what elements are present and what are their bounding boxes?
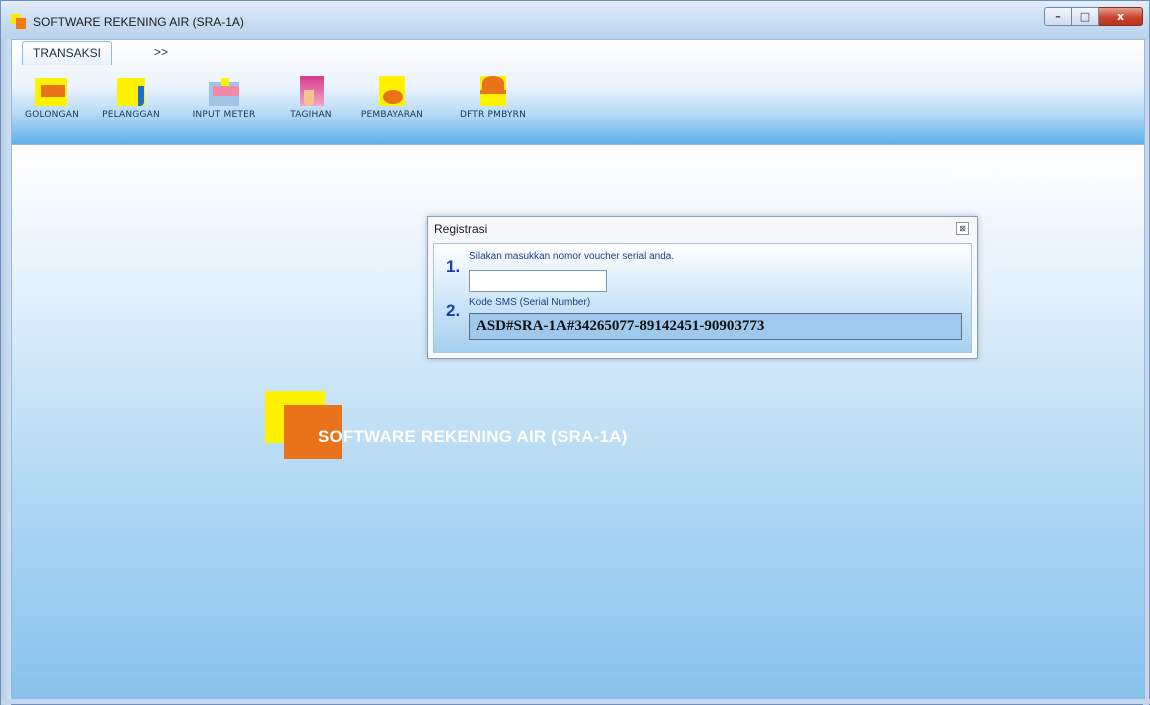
dialog-title: Registrasi [434,222,488,236]
pelanggan-button[interactable]: PELANGGAN [94,76,168,120]
dialog-body: 1. Silakan masukkan nomor voucher serial… [433,243,972,353]
step-2-number: 2. [446,301,461,320]
logo-text: SOFTWARE REKENING AIR (SRA-1A) [318,427,628,446]
window-controls: – □ x [1044,7,1143,26]
maximize-icon: □ [1079,10,1091,23]
dialog-close-icon: ⊠ [959,224,966,233]
pelanggan-icon [114,76,148,106]
tagihan-button[interactable]: TAGIHAN [278,76,344,120]
tab-more[interactable]: >> [144,41,178,65]
golongan-label: GOLONGAN [24,110,80,120]
daftar-pembayaran-icon [476,76,510,106]
close-icon: x [1116,10,1125,23]
window-border-bottom [1,699,1150,704]
pelanggan-label: PELANGGAN [102,110,160,120]
pembayaran-button[interactable]: PEMBAYARAN [352,76,432,120]
tagihan-icon [294,76,328,106]
voucher-serial-input[interactable] [469,270,607,292]
daftar-pembayaran-label: DFTR PMBYRN [459,110,527,120]
input-meter-icon [207,76,241,106]
ribbon: TRANSAKSI >> GOLONGAN PELANGGAN INPUT ME… [11,39,1145,145]
maximize-button[interactable]: □ [1072,7,1099,26]
dialog-title-bar[interactable]: Registrasi [428,217,977,241]
datetime-display: Jumat, 07-02-2014, 07:01 [950,167,1134,184]
step-1-label: Silakan masukkan nomor voucher serial an… [469,251,675,262]
ribbon-tabs: TRANSAKSI >> [12,40,1144,66]
input-meter-label: INPUT METER [192,110,256,120]
tab-transaksi[interactable]: TRANSAKSI [22,41,113,65]
sms-serial-number-field[interactable]: ASD#SRA-1A#34265077-89142451-90903773 [469,313,962,340]
input-meter-button[interactable]: INPUT METER [180,76,268,120]
main-window: SOFTWARE REKENING AIR (SRA-1A) – □ x TRA… [0,0,1150,705]
dialog-close-button[interactable]: ⊠ [956,222,969,235]
step-1-number: 1. [446,257,461,276]
registration-dialog: Registrasi ⊠ 1. Silakan masukkan nomor v… [427,216,978,359]
pembayaran-icon [375,76,409,106]
golongan-icon [35,76,69,106]
tagihan-label: TAGIHAN [290,110,332,120]
window-title: SOFTWARE REKENING AIR (SRA-1A) [33,15,244,29]
title-bar[interactable]: SOFTWARE REKENING AIR (SRA-1A) – □ x [1,1,1149,39]
close-button[interactable]: x [1099,7,1143,26]
minimize-button[interactable]: – [1044,7,1072,26]
pembayaran-label: PEMBAYARAN [360,110,424,120]
minimize-icon: – [1055,10,1061,23]
golongan-button[interactable]: GOLONGAN [21,76,83,120]
daftar-pembayaran-button[interactable]: DFTR PMBYRN [450,76,536,120]
app-logo-icon [11,14,26,29]
step-2-label: Kode SMS (Serial Number) [469,297,591,308]
window-border-left [1,39,11,705]
